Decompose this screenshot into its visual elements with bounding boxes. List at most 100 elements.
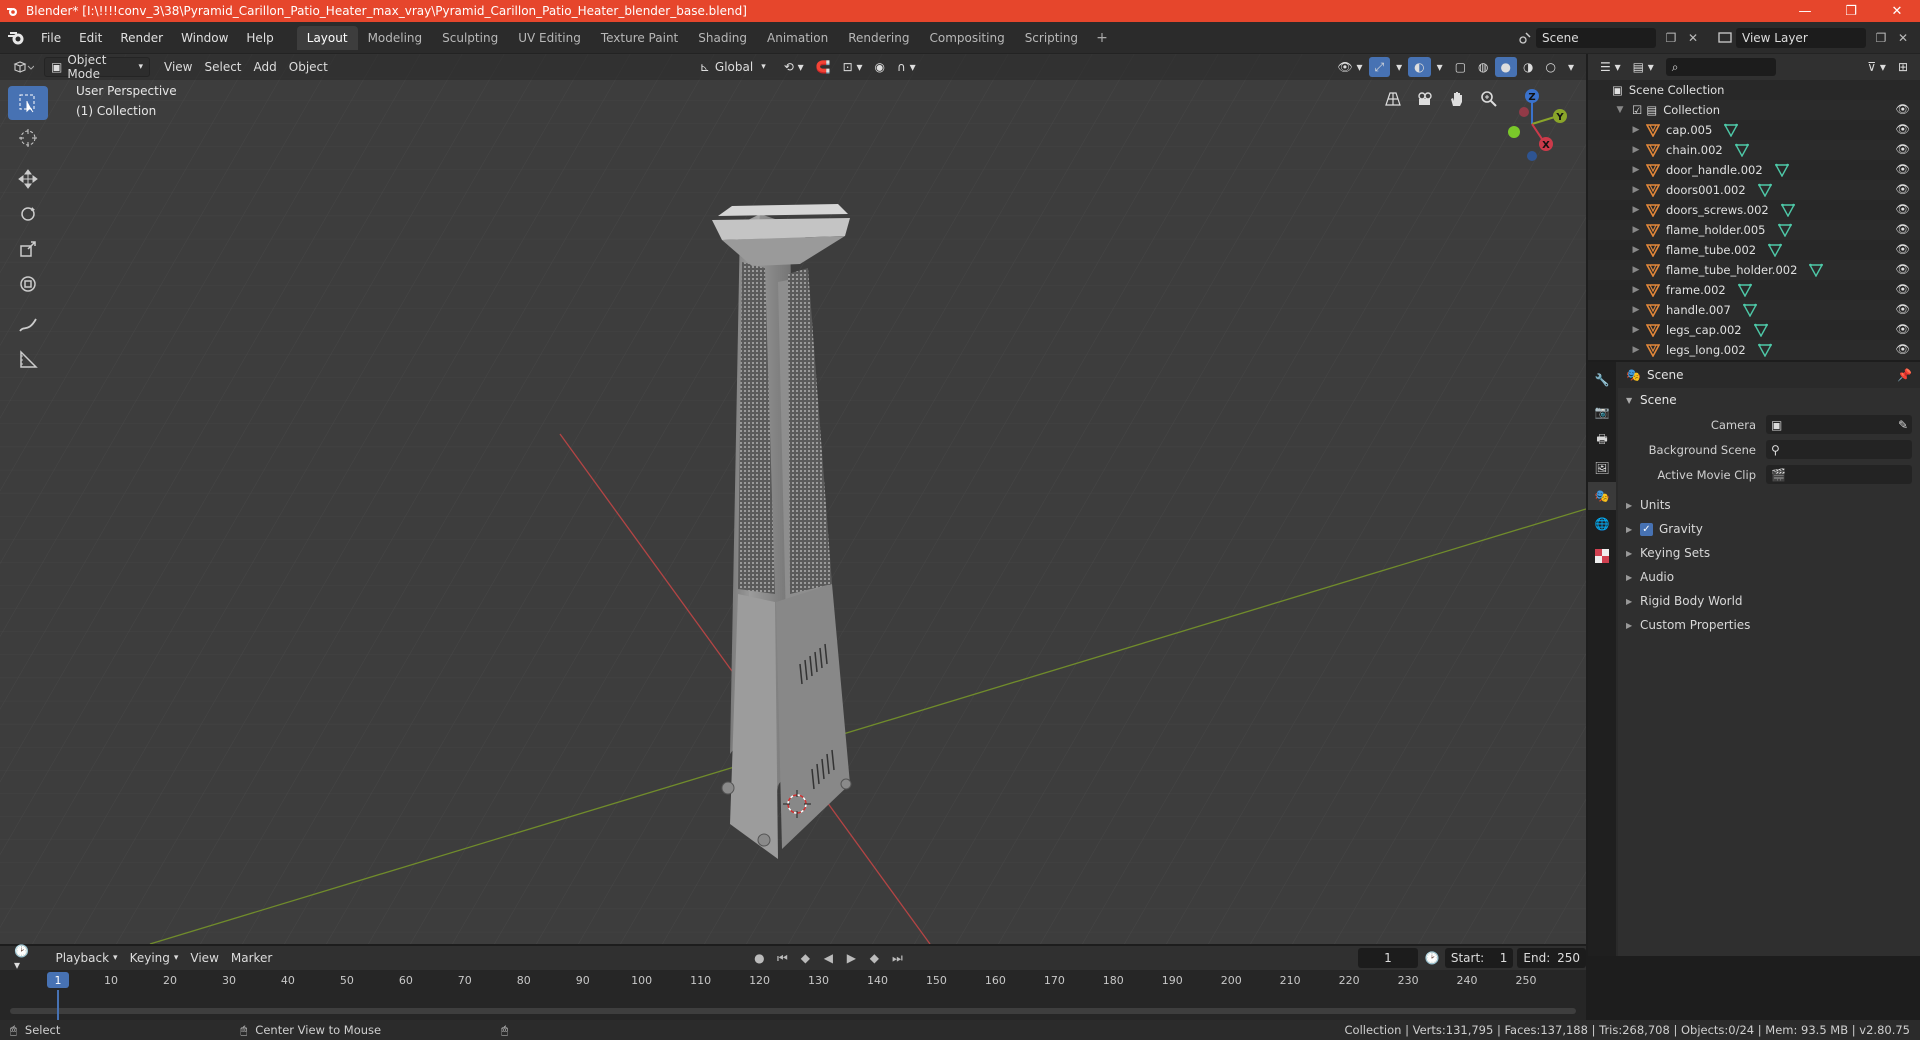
menu-window[interactable]: Window: [172, 31, 237, 45]
rotate-icon[interactable]: [8, 197, 48, 231]
camera-field[interactable]: ▣ ✎: [1766, 415, 1912, 434]
eye-icon[interactable]: 👁: [1895, 102, 1910, 116]
cursor-icon[interactable]: [8, 121, 48, 155]
transform-icon[interactable]: [8, 267, 48, 301]
mesh-data-icon[interactable]: [1774, 163, 1789, 177]
background-scene-field[interactable]: ⚲: [1766, 440, 1912, 459]
mesh-data-icon[interactable]: [1757, 343, 1772, 357]
gizmo-dropdown-icon[interactable]: ▾: [1390, 57, 1408, 77]
solid-shading-icon[interactable]: ●: [1494, 57, 1517, 77]
custom-properties-panel[interactable]: ▶ Custom Properties: [1618, 613, 1920, 637]
viewport-menu-select[interactable]: Select: [198, 57, 247, 77]
rigid-body-world-panel[interactable]: ▶ Rigid Body World: [1618, 589, 1920, 613]
outliner-object-row[interactable]: ▶ legs_cap.002 👁: [1588, 320, 1920, 340]
mesh-data-icon[interactable]: [1809, 263, 1824, 277]
timeline-editor-type-icon[interactable]: 🕑 ▾: [8, 944, 39, 972]
timeline-body[interactable]: [0, 990, 1586, 1020]
play-reverse-icon[interactable]: ◀: [817, 948, 839, 968]
menu-file[interactable]: File: [32, 31, 70, 45]
gravity-checkbox[interactable]: ✓: [1640, 522, 1653, 536]
outliner-object-row[interactable]: ▶ chain.002 👁: [1588, 140, 1920, 160]
expand-right-icon[interactable]: ▶: [1630, 285, 1642, 295]
mesh-data-icon[interactable]: [1734, 143, 1749, 157]
camera-view-icon[interactable]: [1410, 84, 1440, 114]
remove-scene-icon[interactable]: ✕: [1682, 28, 1704, 48]
jump-keyframe-back-icon[interactable]: ◆: [794, 948, 816, 968]
expand-down-icon[interactable]: ▼: [1614, 105, 1626, 115]
tab-rendering[interactable]: Rendering: [838, 26, 919, 50]
close-button[interactable]: ✕: [1874, 0, 1920, 22]
outliner-search-input[interactable]: ⌕: [1665, 58, 1776, 76]
outliner-object-row[interactable]: ▶ handle.007 👁: [1588, 300, 1920, 320]
snap-target-icon[interactable]: ⊡ ▾: [837, 57, 869, 77]
eye-icon[interactable]: 👁: [1895, 282, 1910, 296]
end-frame-field[interactable]: End: 250: [1517, 948, 1587, 968]
view-layer-field[interactable]: View Layer: [1736, 28, 1866, 48]
timeline-scrollbar[interactable]: [10, 1008, 1576, 1014]
tool-tab-icon[interactable]: 🔧: [1588, 366, 1616, 394]
3d-viewport[interactable]: ▣ Object Mode ▾ View Select Add Object ⊾…: [0, 54, 1586, 944]
snap-icon[interactable]: 🧲: [810, 57, 837, 77]
expand-right-icon[interactable]: ▶: [1630, 165, 1642, 175]
expand-right-icon[interactable]: ▶: [1630, 325, 1642, 335]
mesh-data-icon[interactable]: [1737, 283, 1752, 297]
render-tab-icon[interactable]: 📷: [1588, 398, 1616, 426]
overlays-dropdown-icon[interactable]: ▾: [1431, 57, 1449, 77]
preview-range-icon[interactable]: 🕑: [1424, 948, 1441, 968]
eyedropper-icon[interactable]: ✎: [1898, 418, 1908, 432]
gravity-panel[interactable]: ▶ ✓ Gravity: [1618, 517, 1920, 541]
jump-start-icon[interactable]: ⏮: [771, 948, 793, 968]
mesh-data-icon[interactable]: [1753, 323, 1768, 337]
playhead-line[interactable]: [57, 990, 59, 1020]
timeline-menu-playback[interactable]: Playback ▾: [49, 948, 123, 968]
menu-render[interactable]: Render: [111, 31, 172, 45]
tab-uv-editing[interactable]: UV Editing: [508, 26, 591, 50]
start-frame-field[interactable]: Start: 1: [1444, 948, 1514, 968]
pin-icon[interactable]: 📌: [1897, 368, 1912, 382]
outliner-object-row[interactable]: ▶ doors_screws.002 👁: [1588, 200, 1920, 220]
maximize-button[interactable]: ❐: [1828, 0, 1874, 22]
scene-field[interactable]: Scene: [1536, 28, 1656, 48]
outliner-object-row[interactable]: ▶ frame.002 👁: [1588, 280, 1920, 300]
add-workspace-button[interactable]: +: [1088, 26, 1116, 50]
expand-right-icon[interactable]: ▶: [1630, 245, 1642, 255]
proportional-falloff-icon[interactable]: ∩ ▾: [891, 57, 922, 77]
timeline-ruler[interactable]: 1 10 20 30 40 50 60 70 80 90 100 110 120 130 140 150 160…: [0, 970, 1586, 990]
expand-right-icon[interactable]: ▶: [1630, 265, 1642, 275]
eye-icon[interactable]: 👁: [1895, 142, 1910, 156]
minimize-button[interactable]: —: [1782, 0, 1828, 22]
eye-icon[interactable]: 👁: [1895, 162, 1910, 176]
tab-shading[interactable]: Shading: [688, 26, 757, 50]
view-layer-tab-icon[interactable]: 🖼: [1588, 454, 1616, 482]
proportional-edit-icon[interactable]: ◉: [868, 57, 890, 77]
eye-icon[interactable]: 👁: [1895, 302, 1910, 316]
jump-end-icon[interactable]: ⏭: [886, 948, 908, 968]
display-mode-icon[interactable]: ▤ ▾: [1627, 57, 1660, 77]
wireframe-shading-icon[interactable]: ◍: [1472, 57, 1494, 77]
filter-icon[interactable]: ⊽ ▾: [1861, 57, 1892, 77]
select-box-icon[interactable]: [8, 86, 48, 120]
scene-tab-icon[interactable]: 🎭: [1588, 482, 1616, 510]
expand-right-icon[interactable]: ▶: [1630, 345, 1642, 355]
eye-icon[interactable]: 👁: [1895, 182, 1910, 196]
tab-compositing[interactable]: Compositing: [919, 26, 1014, 50]
pivot-point-icon[interactable]: ⟲ ▾: [778, 57, 810, 77]
mode-dropdown[interactable]: ▣ Object Mode ▾: [44, 54, 150, 81]
expand-right-icon[interactable]: ▶: [1630, 145, 1642, 155]
new-view-layer-icon[interactable]: ❐: [1870, 28, 1892, 48]
mesh-data-icon[interactable]: [1742, 303, 1757, 317]
tab-animation[interactable]: Animation: [757, 26, 838, 50]
annotate-icon[interactable]: [8, 308, 48, 342]
jump-keyframe-forward-icon[interactable]: ◆: [863, 948, 885, 968]
tab-scripting[interactable]: Scripting: [1015, 26, 1088, 50]
mesh-data-icon[interactable]: [1768, 243, 1783, 257]
tab-texture-paint[interactable]: Texture Paint: [591, 26, 688, 50]
new-collection-icon[interactable]: ⊞: [1892, 57, 1914, 77]
tab-layout[interactable]: Layout: [296, 25, 358, 50]
outliner-object-row[interactable]: ▶ doors001.002 👁: [1588, 180, 1920, 200]
eye-icon[interactable]: 👁: [1895, 242, 1910, 256]
active-movie-clip-field[interactable]: 🎬: [1766, 465, 1912, 484]
outliner-collection[interactable]: ▼ ☑ ▤ Collection 👁: [1588, 100, 1920, 120]
eye-icon[interactable]: 👁: [1895, 122, 1910, 136]
outliner-object-row[interactable]: ▶ flame_tube_holder.002 👁: [1588, 260, 1920, 280]
